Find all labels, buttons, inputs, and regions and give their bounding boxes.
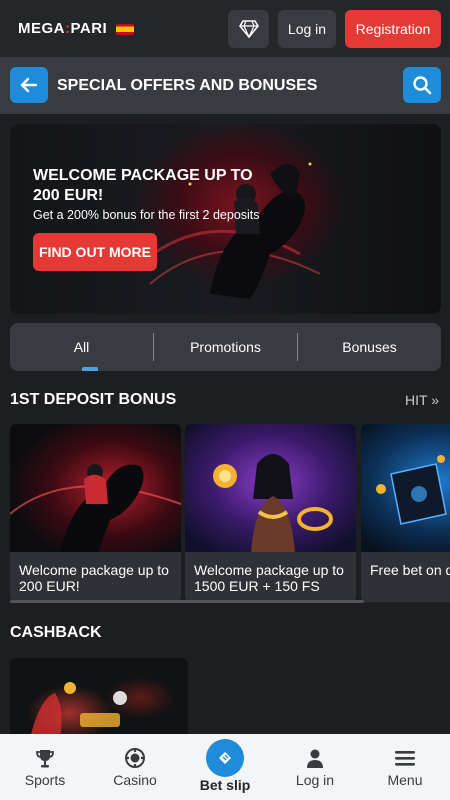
logo[interactable]: MEGA:PARI (18, 20, 107, 37)
promo-card[interactable]: Free bet on deposit (361, 424, 450, 602)
double-chevron-right-icon: » (431, 392, 439, 408)
casino-chip-icon (124, 746, 146, 770)
hero-title: WELCOME PACKAGE UP TO 200 EUR! (33, 167, 253, 204)
top-bar: MEGA:PARI Log in Registration (0, 0, 450, 57)
find-out-more-button[interactable]: FIND OUT MORE (33, 233, 157, 271)
tab-all[interactable]: All (10, 323, 153, 371)
diamond-icon (238, 20, 259, 38)
promo-card[interactable]: Welcome package up to 200 EUR! (10, 424, 181, 602)
carousel-scrollbar[interactable] (10, 600, 364, 603)
section-title-deposit: 1ST DEPOSIT BONUS (10, 391, 177, 408)
cashback-card-image (30, 682, 127, 738)
filter-tabs: All Promotions Bonuses (10, 323, 441, 371)
tab-promotions[interactable]: Promotions (154, 323, 297, 371)
tab-bonuses[interactable]: Bonuses (298, 323, 441, 371)
card-image-cleopatra (185, 424, 356, 552)
hero-banner[interactable]: WELCOME PACKAGE UP TO 200 EUR! Get a 200… (10, 124, 441, 314)
logo-text-left: MEGA (18, 20, 65, 37)
hit-link[interactable]: HIT » (405, 392, 439, 408)
nav-label: Log in (295, 772, 335, 788)
title-bar: SPECIAL OFFERS AND BONUSES (0, 57, 450, 114)
search-icon (413, 76, 432, 95)
hit-label: HIT (405, 392, 428, 408)
login-button[interactable]: Log in (278, 10, 336, 48)
tab-label: Bonuses (342, 339, 397, 355)
registration-button[interactable]: Registration (345, 10, 441, 48)
hamburger-icon (394, 746, 416, 770)
search-button[interactable] (403, 67, 441, 103)
nav-casino[interactable]: Casino (90, 734, 180, 800)
nav-sports[interactable]: Sports (0, 734, 90, 800)
nav-label: Sports (24, 772, 66, 788)
back-button[interactable] (10, 67, 48, 103)
nav-menu[interactable]: Menu (360, 734, 450, 800)
nav-betslip[interactable]: Bet slip (180, 734, 270, 800)
tab-label: Promotions (190, 339, 261, 355)
vip-button[interactable] (228, 10, 269, 48)
cashback-card[interactable] (10, 658, 188, 738)
arrow-left-icon (20, 77, 38, 93)
hero-subtitle: Get a 200% bonus for the first 2 deposit… (33, 208, 260, 222)
spain-flag-icon[interactable] (116, 24, 134, 35)
trophy-icon (34, 746, 56, 770)
nav-label: Bet slip (199, 777, 251, 793)
card-title: Welcome package up to 200 EUR! (19, 562, 169, 594)
card-title: Free bet on deposit (370, 562, 450, 578)
bottom-nav: Sports Casino Bet slip Log in Menu (0, 734, 450, 800)
card-title: Welcome package up to 1500 EUR + 150 FS (194, 562, 344, 594)
card-image-laptop (361, 424, 450, 552)
tab-label: All (73, 339, 90, 355)
deposit-cards-carousel[interactable]: Welcome package up to 200 EUR! Welcome p… (10, 424, 450, 602)
tab-active-indicator (82, 367, 98, 371)
card-image-horse (10, 424, 181, 552)
logo-text-right: PARI (70, 20, 108, 37)
nav-label: Casino (113, 772, 157, 788)
user-icon (304, 746, 326, 770)
section-title-cashback: CASHBACK (10, 624, 102, 641)
ticket-icon (206, 739, 244, 777)
nav-label: Menu (387, 772, 423, 788)
promo-card[interactable]: Welcome package up to 1500 EUR + 150 FS (185, 424, 356, 602)
nav-login[interactable]: Log in (270, 734, 360, 800)
page-title: SPECIAL OFFERS AND BONUSES (57, 77, 318, 94)
